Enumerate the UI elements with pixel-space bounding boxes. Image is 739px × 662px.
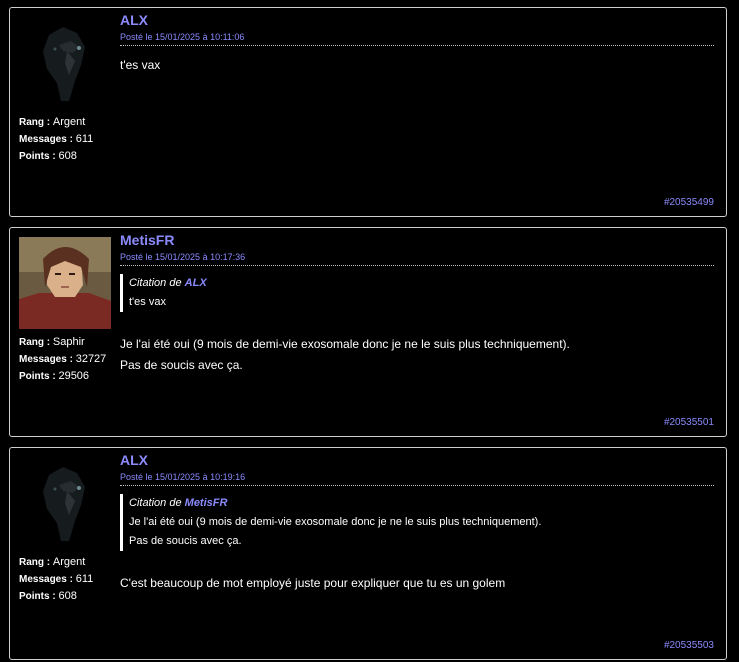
quote-author-link[interactable]: MetisFR	[185, 497, 228, 509]
messages-value: 611	[75, 573, 94, 585]
post-author-link[interactable]: ALX	[120, 452, 714, 468]
post-content: MetisFR Posté le 15/01/2025 à 10:17:36 C…	[120, 230, 714, 376]
avatar[interactable]	[19, 237, 111, 329]
quote-header: Citation de MetisFR	[129, 494, 714, 513]
points-value: 608	[58, 590, 77, 602]
post-body: C'est beaucoup de mot employé juste pour…	[120, 573, 714, 594]
post-permalink[interactable]: #20535499	[664, 197, 714, 208]
messages-value: 611	[75, 133, 94, 145]
post-body-line: Je l'ai été oui (9 mois de demi-vie exos…	[120, 337, 570, 351]
forum-post: Rang : Argent Messages : 611 Points : 60…	[9, 447, 727, 660]
crow-avatar-icon	[19, 17, 111, 109]
quote-line: Pas de soucis avec ça.	[129, 535, 242, 547]
messages-label: Messages :	[19, 134, 73, 145]
forum-post: Rang : Argent Messages : 611 Points : 60…	[9, 7, 727, 217]
post-permalink[interactable]: #20535501	[664, 417, 714, 428]
quote-author-link[interactable]: ALX	[185, 277, 207, 289]
quote-line: t'es vax	[129, 296, 166, 308]
avatar[interactable]	[19, 17, 111, 109]
messages-label: Messages :	[19, 354, 73, 365]
quote-prefix: Citation de	[129, 497, 182, 509]
messages-value: 32727	[75, 353, 107, 365]
post-body: t'es vax	[120, 55, 714, 76]
rank-label: Rang :	[19, 117, 51, 128]
avatar[interactable]	[19, 457, 111, 549]
crow-avatar-icon	[19, 457, 111, 549]
quote-line: Je l'ai été oui (9 mois de demi-vie exos…	[129, 516, 542, 528]
post-author-link[interactable]: MetisFR	[120, 232, 714, 248]
rank-value: Argent	[52, 116, 86, 128]
points-value: 29506	[58, 370, 90, 382]
post-body-line: Pas de soucis avec ça.	[120, 358, 243, 372]
points-label: Points :	[19, 151, 56, 162]
user-stats: Rang : Saphir Messages : 32727 Points : …	[19, 334, 106, 385]
post-permalink[interactable]: #20535503	[664, 640, 714, 651]
post-body-line: C'est beaucoup de mot employé juste pour…	[120, 576, 506, 590]
quote-block: Citation de MetisFR Je l'ai été oui (9 m…	[120, 494, 714, 551]
post-body: Je l'ai été oui (9 mois de demi-vie exos…	[120, 334, 714, 376]
post-date: Posté le 15/01/2025 à 10:17:36	[120, 252, 714, 266]
rank-value: Saphir	[52, 336, 85, 348]
quote-prefix: Citation de	[129, 277, 182, 289]
user-stats: Rang : Argent Messages : 611 Points : 60…	[19, 554, 93, 605]
anime-character-avatar-icon	[19, 237, 111, 329]
rank-label: Rang :	[19, 337, 51, 348]
post-author-link[interactable]: ALX	[120, 12, 714, 28]
post-date: Posté le 15/01/2025 à 10:19:16	[120, 472, 714, 486]
points-label: Points :	[19, 591, 56, 602]
post-body-line: t'es vax	[120, 58, 161, 72]
points-label: Points :	[19, 371, 56, 382]
post-content: ALX Posté le 15/01/2025 à 10:11:06 t'es …	[120, 10, 714, 76]
quote-header: Citation de ALX	[129, 274, 714, 293]
post-date: Posté le 15/01/2025 à 10:11:06	[120, 32, 714, 46]
quote-block: Citation de ALX t'es vax	[120, 274, 714, 312]
rank-label: Rang :	[19, 557, 51, 568]
messages-label: Messages :	[19, 574, 73, 585]
post-content: ALX Posté le 15/01/2025 à 10:19:16 Citat…	[120, 450, 714, 594]
forum-post: Rang : Saphir Messages : 32727 Points : …	[9, 227, 727, 437]
user-stats: Rang : Argent Messages : 611 Points : 60…	[19, 114, 93, 165]
points-value: 608	[58, 150, 77, 162]
rank-value: Argent	[52, 556, 86, 568]
